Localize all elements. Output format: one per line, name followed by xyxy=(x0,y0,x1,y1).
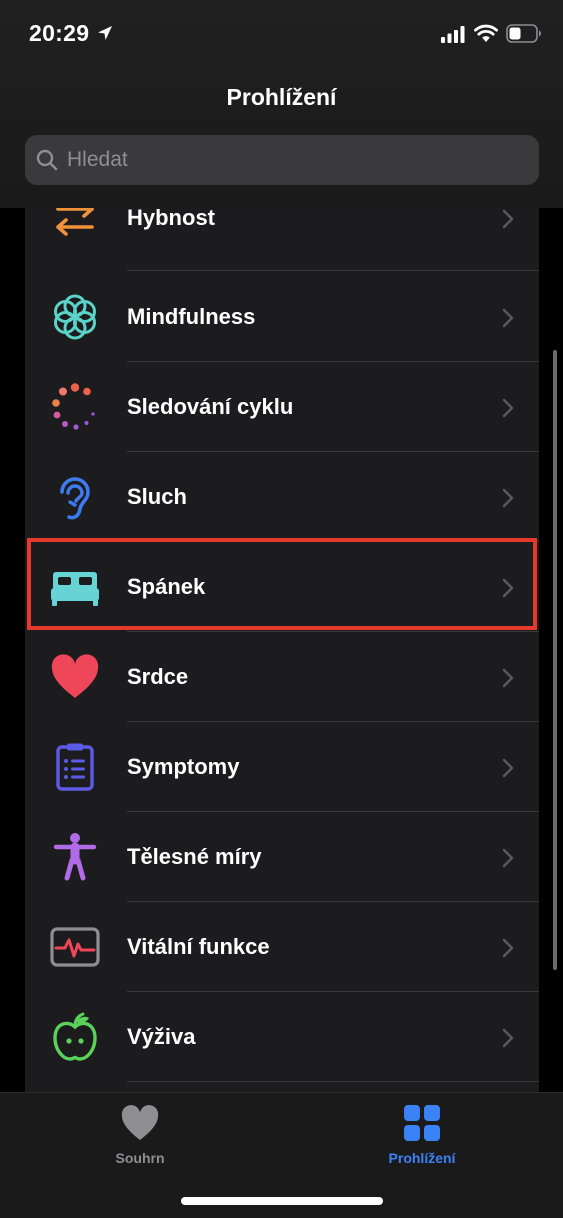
list-item-label: Sluch xyxy=(127,484,187,509)
category-list: Hybnost Mindfulness Sledování cyklu Sluc… xyxy=(25,208,539,1092)
tab-souhrn[interactable]: Souhrn xyxy=(70,1103,210,1169)
chevron-right-icon xyxy=(502,308,514,328)
home-indicator xyxy=(181,1197,383,1205)
grid-icon xyxy=(404,1105,440,1141)
health-browse-screen: 20:29 Prohlížení Hledat Hybnost Mindfuln… xyxy=(0,0,563,1218)
search-icon xyxy=(36,149,58,171)
chevron-right-icon xyxy=(502,488,514,508)
tab-prohlizeni[interactable]: Prohlížení xyxy=(352,1103,492,1169)
battery-icon xyxy=(506,24,541,43)
list-item-label: Vitální funkce xyxy=(127,934,270,959)
heart-icon xyxy=(51,654,99,698)
list-item-label: Symptomy xyxy=(127,754,240,779)
heart-icon xyxy=(121,1105,159,1140)
list-item-hybnost[interactable]: Hybnost xyxy=(25,208,539,271)
scrollbar[interactable] xyxy=(553,350,557,970)
header: 20:29 Prohlížení xyxy=(0,0,563,208)
list-item-sluch[interactable]: Sluch xyxy=(25,452,539,542)
location-arrow-icon xyxy=(98,26,112,40)
page-title: Prohlížení xyxy=(226,84,337,110)
list-item-label: Spánek xyxy=(127,574,206,599)
chevron-right-icon xyxy=(502,758,514,778)
list-item-vyziva[interactable]: Výživa xyxy=(25,992,539,1082)
list-item-label: Hybnost xyxy=(127,208,215,230)
chevron-right-icon xyxy=(502,209,514,229)
cycle-dots-icon xyxy=(52,383,95,430)
list-item-label: Tělesné míry xyxy=(127,844,262,869)
chevron-right-icon xyxy=(502,668,514,688)
apple-icon xyxy=(53,1012,97,1061)
status-time: 20:29 xyxy=(29,20,90,46)
body-figure-icon xyxy=(53,833,97,881)
search-bar[interactable] xyxy=(25,135,539,185)
list-item-mindfulness[interactable]: Mindfulness xyxy=(25,272,539,362)
ear-icon xyxy=(60,477,90,520)
chevron-right-icon xyxy=(502,398,514,418)
chevron-right-icon xyxy=(502,848,514,868)
separator xyxy=(127,270,539,271)
list-item-srdce[interactable]: Srdce xyxy=(25,632,539,722)
list-item-label: Srdce xyxy=(127,664,189,689)
list-item-vitalni-funkce[interactable]: Vitální funkce xyxy=(25,902,539,992)
arrows-icon xyxy=(56,208,94,236)
chevron-right-icon xyxy=(502,578,514,598)
tab-label: Souhrn xyxy=(115,1150,165,1166)
chevron-right-icon xyxy=(502,938,514,958)
flower-icon xyxy=(54,294,96,340)
bed-icon xyxy=(51,572,99,606)
clipboard-icon xyxy=(56,743,94,791)
search-input[interactable] xyxy=(67,148,539,172)
list-item-spanek[interactable]: Spánek xyxy=(25,542,539,632)
tab-label: Prohlížení xyxy=(388,1150,456,1166)
list-item-label: Mindfulness xyxy=(127,304,256,329)
wifi-icon xyxy=(474,24,498,42)
list-item-telesne-miry[interactable]: Tělesné míry xyxy=(25,812,539,902)
cellular-signal-icon xyxy=(441,26,465,43)
vitals-monitor-icon xyxy=(50,927,100,967)
list-item-sledovani-cyklu[interactable]: Sledování cyklu xyxy=(25,362,539,452)
list-item-symptomy[interactable]: Symptomy xyxy=(25,722,539,812)
list-item-label: Výživa xyxy=(127,1024,196,1049)
chevron-right-icon xyxy=(502,1028,514,1048)
status-bar: 20:29 xyxy=(0,0,563,66)
separator xyxy=(127,1081,539,1082)
list-item-label: Sledování cyklu xyxy=(127,394,294,419)
